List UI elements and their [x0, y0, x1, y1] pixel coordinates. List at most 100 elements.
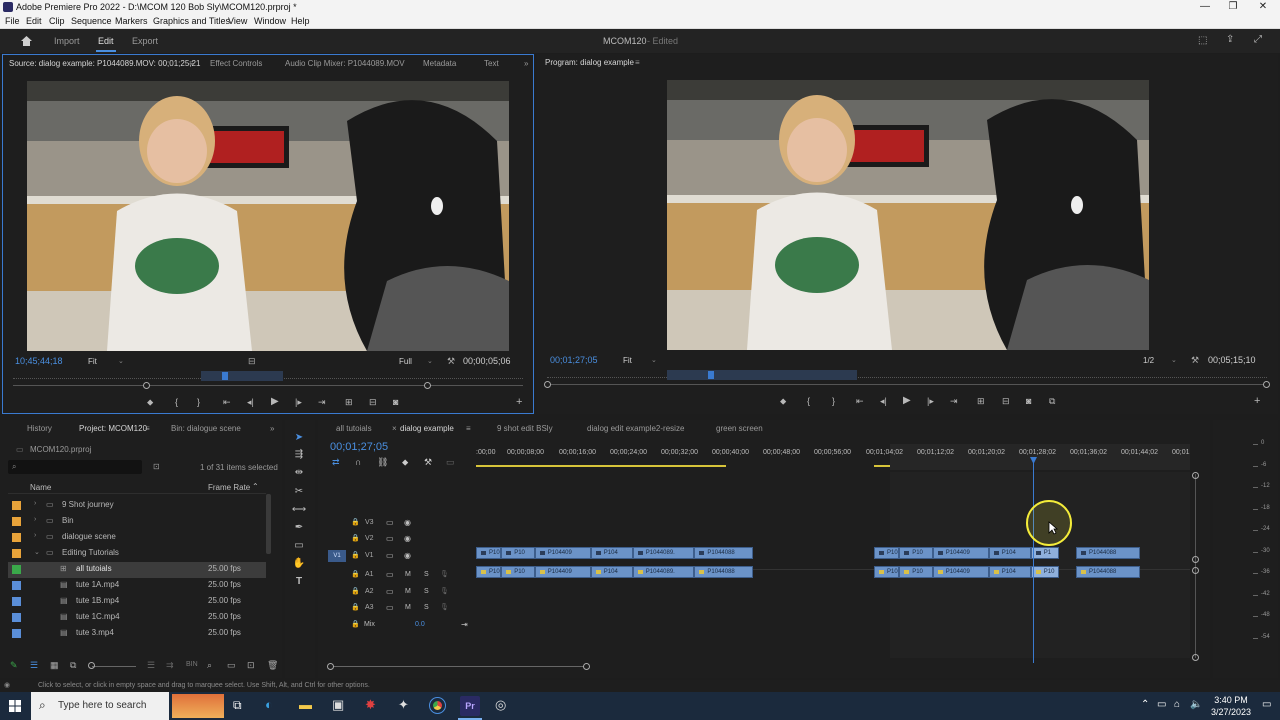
source-zoom-handle-right[interactable]: [424, 382, 431, 389]
program-fit-select[interactable]: Fit: [623, 356, 632, 365]
tab-export[interactable]: Export: [132, 36, 158, 46]
track-label[interactable]: A1: [365, 571, 374, 578]
program-zoom-handle-right[interactable]: [1263, 381, 1270, 388]
ripple-edit-tool-icon[interactable]: ⇹: [291, 467, 307, 481]
label-color-swatch[interactable]: [12, 597, 21, 606]
program-export-frame-icon[interactable]: ◙: [1026, 396, 1031, 406]
timeline-clip[interactable]: P104409: [932, 547, 989, 559]
nest-toggle-icon[interactable]: ⇄: [332, 457, 340, 468]
vscroll-handle-top[interactable]: [1192, 472, 1199, 479]
panel-overflow-icon[interactable]: »: [524, 59, 528, 68]
program-zoom-bar[interactable]: [547, 384, 1267, 385]
step-forward-icon[interactable]: |▸: [295, 397, 302, 408]
program-wrench-icon[interactable]: ⚒: [1191, 355, 1199, 366]
project-list-item[interactable]: ▭ › Bin: [8, 514, 266, 530]
go-to-in-icon[interactable]: ⇤: [223, 397, 231, 408]
program-mark-in-icon[interactable]: {: [807, 396, 810, 406]
label-color-swatch[interactable]: [12, 517, 21, 526]
tab-seq-9-shot[interactable]: 9 shot edit BSly: [497, 424, 553, 433]
label-color-swatch[interactable]: [12, 501, 21, 510]
lock-track-icon[interactable]: 🔒: [351, 534, 360, 542]
track-header[interactable]: 🔒 A2 ▭ M S 🎙: [318, 586, 473, 601]
close-tab-icon[interactable]: ×: [392, 424, 397, 433]
lock-track-icon[interactable]: 🔒: [351, 587, 360, 595]
timeline-clip[interactable]: P10: [899, 566, 933, 578]
project-scrollbar[interactable]: [266, 494, 271, 554]
project-list-item[interactable]: ▤ tute 1A.mp4 25.00 fps: [8, 578, 266, 594]
delete-icon[interactable]: 🗑: [267, 660, 278, 671]
timeline-clip[interactable]: P1044089.: [632, 566, 695, 578]
track-header[interactable]: 🔒 A3 ▭ M S 🎙: [318, 602, 473, 617]
lock-track-icon[interactable]: 🔒: [351, 603, 360, 611]
fullscreen-icon[interactable]: ⤢: [1254, 34, 1262, 45]
source-resolution-chevron-icon[interactable]: ⌄: [427, 357, 433, 365]
timeline-ruler[interactable]: :00;00 00;00;08;00 00;00;16;00 00;00;24;…: [476, 444, 1190, 470]
find-icon[interactable]: ⌕: [207, 660, 212, 671]
timeline-clip[interactable]: P1044088: [694, 566, 754, 578]
track-header[interactable]: 🔒 V3 ▭ ◉: [318, 517, 473, 532]
menu-graphics[interactable]: Graphics and Titles: [153, 16, 230, 26]
snap-icon[interactable]: ∩: [355, 457, 361, 467]
lift-icon[interactable]: ⊞: [977, 396, 985, 407]
sort-icons-icon[interactable]: ☰: [147, 660, 155, 671]
track-header[interactable]: 🔒 V1 V1 ▭ ◉: [318, 550, 473, 565]
menu-clip[interactable]: Clip: [49, 16, 65, 26]
source-settings-icon[interactable]: ⊟: [248, 356, 256, 367]
timeline-clip[interactable]: P104409: [534, 566, 591, 578]
hand-tool-icon[interactable]: ✋: [291, 558, 307, 572]
program-mark-out-icon[interactable]: }: [832, 396, 835, 406]
bin-label-icon[interactable]: BIN: [186, 661, 198, 668]
new-search-bin-icon[interactable]: ⊡: [153, 462, 160, 471]
menu-file[interactable]: File: [5, 16, 20, 26]
timeline-clip[interactable]: P10: [874, 566, 900, 578]
source-timecode[interactable]: 10;45;44;18: [15, 356, 63, 366]
track-label[interactable]: V2: [365, 535, 374, 542]
track-label[interactable]: A3: [365, 604, 374, 611]
tab-metadata[interactable]: Metadata: [423, 59, 456, 68]
timeline-clip[interactable]: P10: [874, 547, 900, 559]
label-color-swatch[interactable]: [12, 533, 21, 542]
menu-edit[interactable]: Edit: [26, 16, 42, 26]
vscroll-handle-mid2[interactable]: [1192, 567, 1199, 574]
premiere-taskbar-icon[interactable]: Pr: [460, 696, 480, 716]
home-icon[interactable]: [20, 35, 33, 47]
voice-over-record-icon[interactable]: 🎙: [440, 570, 449, 578]
timeline-clip[interactable]: P1044088: [694, 547, 754, 559]
tab-source[interactable]: Source: dialog example: P1044089.MOV: 00…: [9, 59, 200, 68]
tab-edit[interactable]: Edit: [98, 36, 114, 46]
selection-tool-icon[interactable]: ➤: [291, 432, 307, 446]
timeline-clip[interactable]: P10: [1030, 566, 1059, 578]
program-step-forward-icon[interactable]: |▸: [927, 396, 934, 407]
project-overflow-icon[interactable]: »: [270, 424, 274, 433]
notifications-icon[interactable]: ▭: [1262, 699, 1271, 710]
timeline-menu-icon[interactable]: ≡: [466, 424, 471, 433]
export-frame-icon[interactable]: ◙: [393, 397, 398, 407]
automate-to-sequence-icon[interactable]: ⇉: [166, 660, 174, 671]
timeline-zoom-handle-left[interactable]: [327, 663, 334, 670]
label-color-swatch[interactable]: [12, 549, 21, 558]
app-tool-icon[interactable]: ✦: [398, 697, 409, 713]
voice-over-record-icon[interactable]: 🎙: [440, 603, 449, 611]
source-fit-select[interactable]: Fit: [88, 357, 97, 366]
source-playhead[interactable]: [222, 372, 228, 380]
project-menu-icon[interactable]: ≡: [145, 424, 150, 433]
icon-view-icon[interactable]: ▦: [50, 660, 59, 671]
label-color-swatch[interactable]: [12, 581, 21, 590]
thumbnail-size-slider[interactable]: [92, 666, 136, 667]
timeline-playhead-line[interactable]: [1033, 458, 1034, 663]
program-go-to-out-icon[interactable]: ⇥: [950, 396, 958, 407]
timeline-clip[interactable]: P10: [476, 566, 502, 578]
tab-source-menu-icon[interactable]: ≡: [189, 59, 194, 68]
program-play-icon[interactable]: ▶: [903, 395, 911, 406]
mute-track-button[interactable]: M: [405, 571, 411, 578]
insert-icon[interactable]: ⊞: [345, 397, 353, 408]
mix-value[interactable]: 0.0: [415, 621, 425, 628]
tray-app-icon[interactable]: ▭: [1157, 699, 1166, 710]
program-add-marker-icon[interactable]: ⬥: [780, 396, 786, 407]
timeline-clip[interactable]: P10: [899, 547, 933, 559]
menu-help[interactable]: Help: [291, 16, 310, 26]
menu-markers[interactable]: Markers: [115, 16, 148, 26]
timeline-clip[interactable]: P10: [501, 547, 535, 559]
taskbar-time[interactable]: 3:40 PM: [1209, 695, 1253, 705]
label-color-swatch[interactable]: [12, 613, 21, 622]
